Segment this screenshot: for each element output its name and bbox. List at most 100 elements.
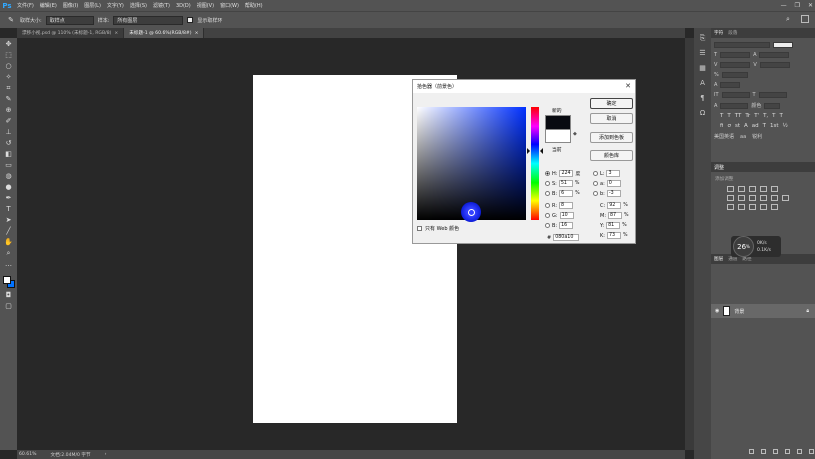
style-small-caps[interactable]: Tr	[745, 113, 750, 119]
foreground-color-swatch[interactable]	[2, 276, 11, 284]
glyphs-panel-icon[interactable]: Ω	[698, 109, 708, 118]
swatches-panel-icon[interactable]: ▦	[698, 64, 708, 73]
color-picker-ring[interactable]	[461, 202, 481, 222]
baseline-field[interactable]	[720, 82, 741, 88]
tab-character[interactable]: 字符	[714, 30, 723, 36]
threshold-icon[interactable]	[749, 204, 756, 210]
color-lookup-icon[interactable]	[782, 195, 789, 201]
gradient-map-icon[interactable]	[760, 204, 767, 210]
minimize-button[interactable]: —	[781, 2, 787, 9]
cancel-button[interactable]: 取消	[590, 113, 633, 124]
new-group-icon[interactable]	[797, 449, 802, 454]
text-color-swatch[interactable]	[764, 102, 781, 109]
scale-field[interactable]	[721, 72, 748, 78]
gamut-warning-icon[interactable]: ◆	[573, 131, 577, 137]
blur-tool-icon[interactable]: ◍	[4, 172, 14, 181]
tab-layers[interactable]: 图层	[714, 256, 723, 262]
brightness-radio[interactable]	[545, 191, 550, 196]
channel-mixer-icon[interactable]	[771, 195, 778, 201]
close-icon[interactable]: ✕	[625, 82, 631, 90]
leading-field[interactable]	[759, 52, 790, 58]
menu-file[interactable]: 文件(F)	[14, 2, 37, 9]
font-size-field[interactable]	[720, 52, 751, 58]
hue-slider-handle-right[interactable]	[540, 148, 543, 154]
language-select[interactable]: 美国英语	[714, 133, 734, 140]
tab-close-icon[interactable]: ×	[114, 31, 118, 36]
new-layer-icon[interactable]	[809, 449, 814, 454]
lab-a-radio[interactable]	[593, 181, 598, 186]
dodge-tool-icon[interactable]: ●	[4, 183, 14, 192]
lock-icon[interactable]: 🔒︎	[806, 308, 809, 314]
path-select-tool-icon[interactable]: ➤	[4, 216, 14, 225]
ot-fractions[interactable]: ½	[783, 123, 788, 129]
color-libraries-button[interactable]: 颜色库	[590, 150, 633, 161]
magenta-input[interactable]: 87	[608, 212, 622, 219]
ot-stylistic[interactable]: ad	[752, 123, 759, 129]
color-swatches[interactable]	[2, 275, 16, 289]
style-superscript[interactable]: T'	[754, 113, 759, 119]
ot-ordinals[interactable]: 1st	[770, 123, 779, 129]
ot-alt[interactable]: σ	[727, 123, 731, 129]
saturation-radio[interactable]	[545, 181, 550, 186]
menu-edit[interactable]: 编辑(E)	[37, 2, 60, 9]
paragraph-panel-icon[interactable]: ¶	[698, 94, 708, 103]
new-adjustment-icon[interactable]	[785, 449, 790, 454]
screen-mode-icon[interactable]: ▢	[4, 302, 14, 311]
red-input[interactable]: 8	[559, 202, 574, 209]
restore-button[interactable]: ❐	[795, 2, 800, 9]
hue-input[interactable]: 224	[559, 170, 574, 177]
menu-type[interactable]: 文字(Y)	[104, 2, 127, 9]
eye-icon[interactable]: ◉	[715, 308, 719, 314]
crop-tool-icon[interactable]: ⌗	[4, 84, 14, 93]
current-color-swatch[interactable]	[545, 129, 571, 143]
cyan-input[interactable]: 92	[607, 202, 622, 209]
link-layers-icon[interactable]	[749, 449, 754, 454]
marquee-tool-icon[interactable]: ⬚	[4, 51, 14, 60]
style-strikethrough[interactable]: T	[780, 113, 783, 119]
fx-icon[interactable]	[761, 449, 766, 454]
black-input[interactable]: 73	[606, 232, 621, 239]
brightness-input[interactable]: 6	[559, 190, 574, 197]
blue-input[interactable]: 16	[559, 222, 574, 229]
properties-panel-icon[interactable]: ☰	[698, 49, 708, 58]
search-icon[interactable]: ⌕	[783, 15, 793, 24]
pen-tool-icon[interactable]: ✒	[4, 194, 14, 203]
line-tool-icon[interactable]: ╱	[4, 227, 14, 236]
stamp-tool-icon[interactable]: ⊥	[4, 128, 14, 137]
zoom-tool-icon[interactable]: ⌕	[4, 249, 14, 258]
close-window-button[interactable]: ✕	[808, 2, 813, 9]
lab-l-input[interactable]: 3	[606, 170, 621, 177]
levels-icon[interactable]	[738, 186, 745, 192]
font-style-field[interactable]	[773, 42, 793, 48]
green-radio[interactable]	[545, 213, 550, 218]
status-arrow-icon[interactable]: ›	[105, 452, 107, 457]
ot-titling[interactable]: T	[763, 123, 766, 129]
sample-size-select[interactable]: 取样点	[45, 15, 94, 25]
menu-view[interactable]: 视图(V)	[194, 2, 217, 9]
color-field[interactable]	[417, 107, 526, 222]
healing-tool-icon[interactable]: ⊕	[4, 106, 14, 115]
lab-b-radio[interactable]	[593, 191, 598, 196]
more-tools-icon[interactable]: …	[4, 260, 14, 269]
ot-swash[interactable]: A	[744, 123, 748, 129]
color-balance-icon[interactable]	[738, 195, 745, 201]
baseline-shift-field[interactable]	[720, 102, 749, 109]
lasso-tool-icon[interactable]: ○	[4, 62, 14, 71]
curves-icon[interactable]	[749, 186, 756, 192]
sample-select[interactable]: 所有图层	[113, 15, 184, 25]
lab-l-radio[interactable]	[593, 171, 598, 176]
menu-filter[interactable]: 滤镜(T)	[150, 2, 173, 9]
lab-a-input[interactable]: 0	[606, 180, 621, 187]
layer-row-background[interactable]: ◉ 背景 🔒︎	[711, 304, 815, 318]
ot-discretionary[interactable]: st	[735, 123, 740, 129]
invert-icon[interactable]	[727, 204, 734, 210]
green-input[interactable]: 10	[559, 212, 574, 219]
posterize-icon[interactable]	[738, 204, 745, 210]
yellow-input[interactable]: 81	[606, 222, 621, 229]
history-panel-icon[interactable]: ⎘	[698, 34, 708, 43]
blue-radio[interactable]	[545, 223, 550, 228]
type-tool-icon[interactable]: T	[4, 205, 14, 214]
workspace-icon[interactable]	[801, 15, 809, 23]
quick-select-tool-icon[interactable]: ✧	[4, 73, 14, 82]
black-white-icon[interactable]	[749, 195, 756, 201]
